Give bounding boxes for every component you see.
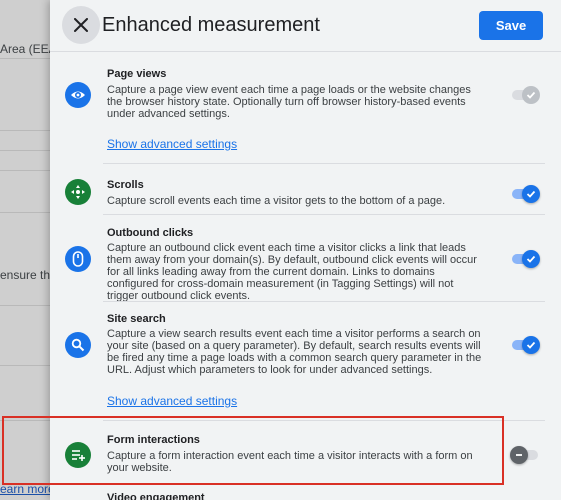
background-ensure-text: ensure tha — [0, 268, 57, 282]
item-description: Capture a form interaction event each ti… — [107, 450, 473, 474]
item-description: Capture scroll events each time a visito… — [107, 195, 446, 207]
item-title: Video engagement — [107, 492, 205, 500]
list-item-page-views: Page views Capture a page view event eac… — [50, 53, 561, 164]
form-interactions-toggle[interactable] — [510, 446, 540, 464]
list-item-video-engagement: Video engagement — [50, 484, 561, 500]
background-learn-more-link[interactable]: earn more — [0, 482, 55, 496]
check-icon — [522, 250, 540, 268]
item-title: Site search — [107, 313, 166, 325]
list-item-form-interactions: Form interactions Capture a form interac… — [50, 422, 561, 484]
mouse-icon — [65, 246, 91, 272]
check-icon — [522, 185, 540, 203]
close-icon — [74, 18, 88, 32]
save-button[interactable]: Save — [479, 11, 543, 40]
item-description: Capture a view search results event each… — [107, 328, 482, 376]
close-button[interactable] — [62, 6, 100, 44]
crosshair-icon — [65, 179, 91, 205]
item-title: Scrolls — [107, 179, 144, 191]
check-icon — [522, 336, 540, 354]
item-title: Form interactions — [107, 434, 200, 446]
show-advanced-settings-link[interactable]: Show advanced settings — [107, 137, 237, 151]
enhanced-measurement-panel: Enhanced measurement Save Page views Cap… — [50, 0, 561, 500]
item-title: Outbound clicks — [107, 227, 194, 239]
show-advanced-settings-link[interactable]: Show advanced settings — [107, 394, 237, 408]
check-icon — [522, 86, 540, 104]
page-views-toggle[interactable] — [510, 86, 540, 104]
item-description: Capture a page view event each time a pa… — [107, 84, 471, 120]
panel-header: Enhanced measurement Save — [50, 0, 561, 52]
outbound-clicks-toggle[interactable] — [510, 250, 540, 268]
list-item-site-search: Site search Capture a view search result… — [50, 303, 561, 421]
eye-icon — [65, 82, 91, 108]
search-icon — [65, 332, 91, 358]
item-description: Capture an outbound click event each tim… — [107, 242, 477, 302]
page-title: Enhanced measurement — [102, 14, 320, 36]
scrolls-toggle[interactable] — [510, 185, 540, 203]
list-item-scrolls: Scrolls Capture scroll events each time … — [50, 165, 561, 215]
minus-icon — [510, 446, 528, 464]
site-search-toggle[interactable] — [510, 336, 540, 354]
item-title: Page views — [107, 68, 167, 80]
form-icon — [65, 442, 91, 468]
list-item-outbound-clicks: Outbound clicks Capture an outbound clic… — [50, 216, 561, 302]
